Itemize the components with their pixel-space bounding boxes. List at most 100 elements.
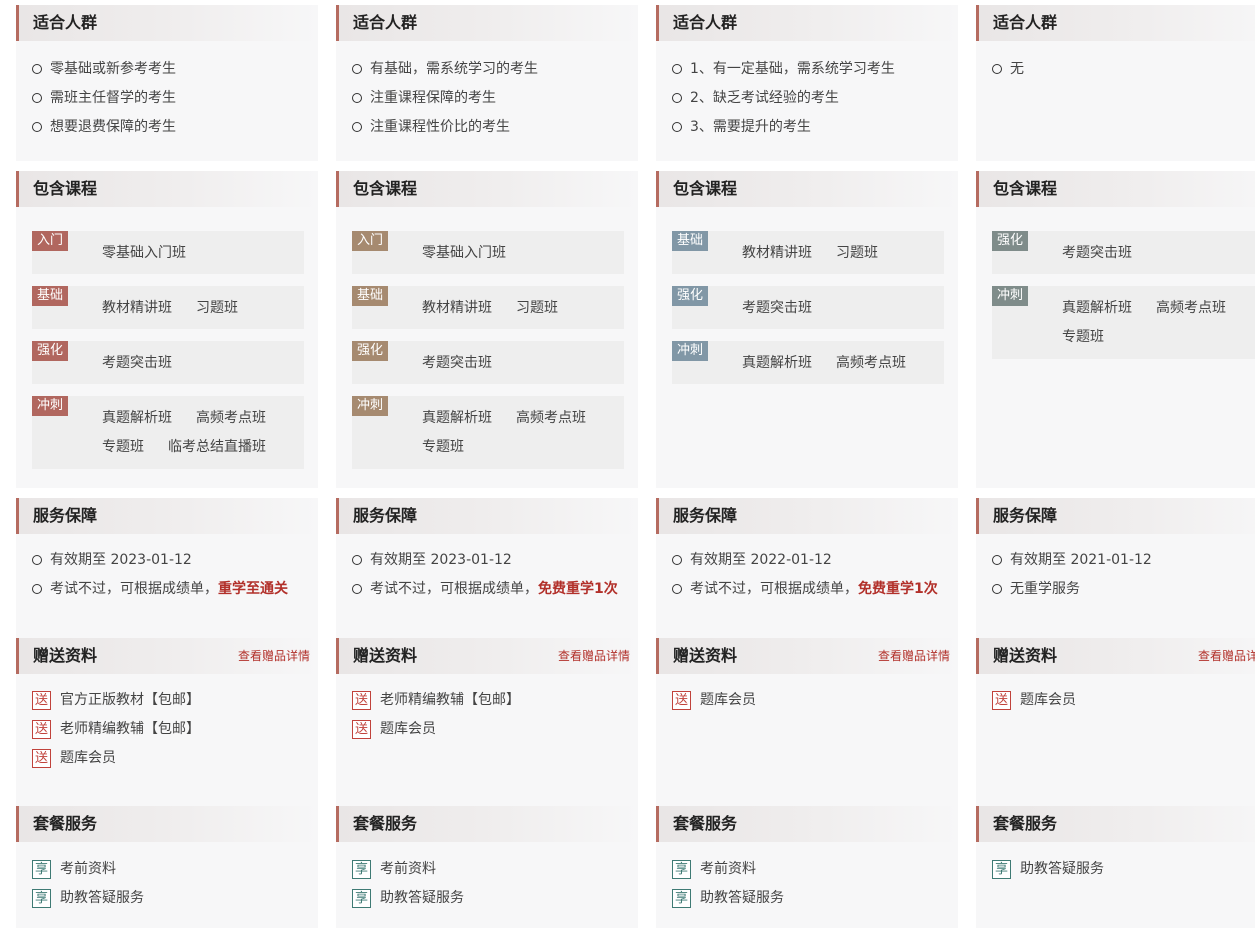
gift-text: 老师精编教辅【包邮】	[60, 721, 200, 737]
audience-item: 零基础或新参考考生	[32, 55, 176, 84]
circle-bullet-icon	[672, 584, 682, 594]
course-link[interactable]: 习题班	[836, 239, 878, 268]
package-list: 享考前资料享助教答疑服务	[32, 855, 144, 913]
course-link[interactable]: 高频考点班	[516, 404, 586, 433]
section-title: 套餐服务	[993, 814, 1058, 833]
validity-item: 有效期至 2022-01-12	[672, 546, 938, 575]
courses-section: 包含课程 基础 教材精讲班 习题班 强化 考题突击班 冲刺 真题解析班 高频考点班	[656, 171, 958, 488]
course-link[interactable]: 专题班	[422, 433, 464, 462]
course-link[interactable]: 教材精讲班	[422, 294, 492, 323]
section-title: 适合人群	[673, 13, 738, 32]
course-row: 冲刺 真题解析班 高频考点班专题班	[992, 286, 1255, 359]
section-header: 套餐服务	[976, 806, 1255, 842]
circle-bullet-icon	[32, 584, 42, 594]
stage-badge: 基础	[672, 231, 709, 251]
section-title: 赠送资料	[993, 646, 1058, 665]
section-header: 赠送资料 查看赠品详情	[976, 638, 1255, 674]
course-link[interactable]: 高频考点班	[836, 349, 906, 378]
retake-item: 考试不过，可根据成绩单，免费重学1次	[352, 575, 618, 604]
audience-text: 注重课程性价比的考生	[370, 119, 510, 135]
course-link[interactable]: 考题突击班	[102, 349, 172, 378]
validity-text: 有效期至 2023-01-12	[50, 552, 192, 568]
audience-item: 想要退费保障的考生	[32, 113, 176, 142]
course-link[interactable]: 临考总结直播班	[168, 433, 266, 462]
section-title: 包含课程	[353, 179, 418, 198]
section-header: 赠送资料 查看赠品详情	[656, 638, 958, 674]
gift-tag-icon: 送	[32, 720, 51, 739]
audience-item: 无	[992, 55, 1024, 84]
course-link[interactable]: 专题班	[102, 433, 144, 462]
audience-section: 适合人群 零基础或新参考考生 需班主任督学的考生 想要退费保障的考生	[16, 5, 318, 161]
package-item: 享助教答疑服务	[32, 884, 144, 913]
package-list: 享考前资料享助教答疑服务	[672, 855, 784, 913]
course-link[interactable]: 真题解析班	[1062, 294, 1132, 323]
section-header: 套餐服务	[656, 806, 958, 842]
gift-item: 送题库会员	[672, 686, 756, 715]
stage-badge: 冲刺	[32, 396, 69, 416]
gift-details-link[interactable]: 查看赠品详情	[238, 638, 310, 674]
course-link[interactable]: 专题班	[1062, 323, 1104, 352]
package-item: 享助教答疑服务	[992, 855, 1104, 884]
course-link[interactable]: 高频考点班	[196, 404, 266, 433]
section-title: 包含课程	[673, 179, 738, 198]
package-text: 助教答疑服务	[1020, 861, 1104, 877]
share-tag-icon: 享	[32, 860, 51, 879]
stage-badge: 冲刺	[992, 286, 1029, 306]
package-text: 考前资料	[700, 861, 756, 877]
audience-item: 有基础，需系统学习的考生	[352, 55, 538, 84]
gift-tag-icon: 送	[672, 691, 691, 710]
section-header: 包含课程	[976, 171, 1255, 207]
course-link[interactable]: 习题班	[516, 294, 558, 323]
gift-text: 题库会员	[60, 750, 116, 766]
section-title: 服务保障	[33, 506, 98, 525]
audience-list: 零基础或新参考考生需班主任督学的考生 想要退费保障的考生	[32, 55, 176, 142]
retake-text: 考试不过，可根据成绩单，	[370, 581, 538, 597]
course-row: 强化 考题突击班	[992, 231, 1255, 274]
package-column: 适合人群 1、有一定基础，需系统学习考生 2、缺乏考试经验的考生 3、需要提升的考生包…	[656, 0, 958, 932]
audience-text: 想要退费保障的考生	[50, 119, 176, 135]
course-link[interactable]: 习题班	[196, 294, 238, 323]
gift-list: 送官方正版教材【包邮】送老师精编教辅【包邮】送题库会员	[32, 686, 200, 773]
share-tag-icon: 享	[672, 860, 691, 879]
course-link[interactable]: 零基础入门班	[102, 239, 186, 268]
course-link[interactable]: 真题解析班	[422, 404, 492, 433]
course-link[interactable]: 真题解析班	[102, 404, 172, 433]
stage-badge: 强化	[992, 231, 1029, 251]
gift-list: 送题库会员	[992, 686, 1076, 715]
courses-section: 包含课程 入门 零基础入门班 基础 教材精讲班 习题班 强化 考题突击班 冲刺 真题解析班 高频考点…	[16, 171, 318, 488]
gift-details-link[interactable]: 查看赠品详情	[1198, 638, 1255, 674]
section-header: 服务保障	[656, 498, 958, 534]
course-row: 冲刺 真题解析班 高频考点班专题班 临考总结直播班	[32, 396, 304, 469]
course-link[interactable]: 高频考点班	[1156, 294, 1226, 323]
course-link[interactable]: 零基础入门班	[422, 239, 506, 268]
course-row: 强化 考题突击班	[352, 341, 624, 384]
stage-badge: 强化	[32, 341, 69, 361]
service-list: 有效期至 2022-01-12 考试不过，可根据成绩单，免费重学1次	[672, 546, 938, 604]
course-link[interactable]: 教材精讲班	[742, 239, 812, 268]
audience-text: 3、需要提升的考生	[690, 119, 811, 135]
course-list: 零基础入门班	[102, 239, 298, 268]
section-header: 包含课程	[656, 171, 958, 207]
audience-section: 适合人群 1、有一定基础，需系统学习考生 2、缺乏考试经验的考生 3、需要提升的考生	[656, 5, 958, 161]
course-row: 基础 教材精讲班 习题班	[352, 286, 624, 329]
course-row: 冲刺 真题解析班 高频考点班专题班	[352, 396, 624, 469]
course-link[interactable]: 教材精讲班	[102, 294, 172, 323]
circle-bullet-icon	[352, 555, 362, 565]
audience-list: 无	[992, 55, 1024, 84]
section-header: 适合人群	[976, 5, 1255, 41]
audience-text: 需班主任督学的考生	[50, 90, 176, 106]
course-link[interactable]: 考题突击班	[742, 294, 812, 323]
section-title: 适合人群	[353, 13, 418, 32]
course-link[interactable]: 真题解析班	[742, 349, 812, 378]
gift-details-link[interactable]: 查看赠品详情	[878, 638, 950, 674]
share-tag-icon: 享	[672, 889, 691, 908]
service-section: 服务保障 有效期至 2023-01-12 考试不过，可根据成绩单，免费重学1次 赠送资…	[336, 498, 638, 928]
gift-details-link[interactable]: 查看赠品详情	[558, 638, 630, 674]
course-link[interactable]: 考题突击班	[1062, 239, 1132, 268]
circle-bullet-icon	[352, 122, 362, 132]
course-list: 考题突击班	[1062, 239, 1255, 268]
validity-text: 有效期至 2022-01-12	[690, 552, 832, 568]
course-link[interactable]: 考题突击班	[422, 349, 492, 378]
package-column: 适合人群 有基础，需系统学习的考生 注重课程保障的考生 注重课程性价比的考生 包含课程入…	[336, 0, 638, 932]
package-item: 享助教答疑服务	[352, 884, 464, 913]
